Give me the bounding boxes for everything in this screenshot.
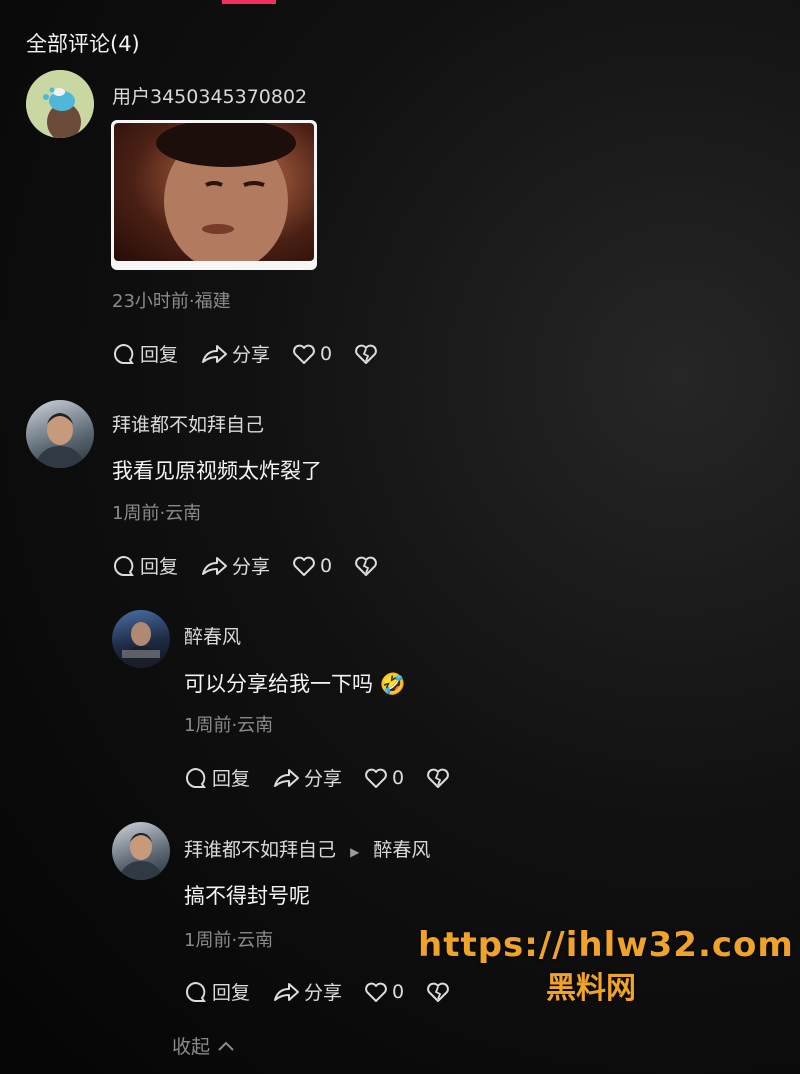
reply-label: 回复 xyxy=(212,768,251,790)
reply-label: 回复 xyxy=(212,982,251,1004)
comment-image[interactable] xyxy=(111,120,317,270)
comments-header: 全部评论(4) xyxy=(26,32,140,56)
heart-icon xyxy=(293,344,315,364)
avatar[interactable] xyxy=(26,400,94,468)
share-label: 分享 xyxy=(232,556,271,578)
heart-icon xyxy=(365,982,387,1002)
comment-bubble-icon xyxy=(186,981,206,1002)
reply-button[interactable]: 回复 xyxy=(112,552,178,579)
like-button[interactable]: 0 xyxy=(292,555,332,577)
comment-text: 可以分享给我一下吗 🤣 xyxy=(184,668,406,698)
reply-button[interactable]: 回复 xyxy=(184,764,250,791)
reply-button[interactable]: 回复 xyxy=(184,978,250,1005)
share-arrow-icon xyxy=(274,982,300,1001)
like-button[interactable]: 0 xyxy=(364,981,404,1003)
share-button[interactable]: 分享 xyxy=(200,340,270,367)
comment-bubble-icon xyxy=(114,555,134,576)
watermark: https://ihlw32.com 黑料网 xyxy=(418,925,794,1007)
comment-bubble-icon xyxy=(114,343,134,364)
comment-actions: 回复 分享 0 xyxy=(112,552,382,579)
share-button[interactable]: 分享 xyxy=(272,764,342,791)
like-button[interactable]: 0 xyxy=(292,343,332,365)
comment-actions: 回复 分享 0 xyxy=(112,340,382,367)
comment-text-body: 可以分享给我一下吗 xyxy=(184,672,373,696)
broken-heart-icon xyxy=(355,556,377,576)
dislike-button[interactable] xyxy=(354,343,382,365)
share-button[interactable]: 分享 xyxy=(200,552,270,579)
comment-actions: 回复 分享 0 xyxy=(184,978,454,1005)
reply-label: 回复 xyxy=(140,344,179,366)
comment-time-location: 1周前·云南 xyxy=(184,715,274,736)
reply-button[interactable]: 回复 xyxy=(112,340,178,367)
active-tab-indicator xyxy=(222,0,276,4)
share-button[interactable]: 分享 xyxy=(272,978,342,1005)
heart-icon xyxy=(293,556,315,576)
collapse-replies-button[interactable]: 收起 xyxy=(172,1032,236,1059)
avatar[interactable] xyxy=(26,70,94,138)
like-count: 0 xyxy=(392,766,405,789)
comment-author[interactable]: 醉春风 xyxy=(184,622,241,649)
chevron-up-icon xyxy=(216,1036,236,1058)
comment-time-location: 1周前·云南 xyxy=(112,503,202,524)
broken-heart-icon xyxy=(355,344,377,364)
like-count: 0 xyxy=(320,342,333,365)
share-label: 分享 xyxy=(304,768,343,790)
avatar[interactable] xyxy=(112,610,170,668)
like-button[interactable]: 0 xyxy=(364,767,404,789)
dislike-button[interactable] xyxy=(426,767,454,789)
comment-author[interactable]: 拜谁都不如拜自己 xyxy=(184,839,336,861)
reply-arrow-icon: ▶ xyxy=(350,845,360,859)
share-arrow-icon xyxy=(202,344,228,363)
like-count: 0 xyxy=(320,554,333,577)
dislike-button[interactable] xyxy=(354,555,382,577)
watermark-url: https://ihlw32.com xyxy=(418,925,794,965)
heart-icon xyxy=(365,768,387,788)
reply-target[interactable]: 醉春风 xyxy=(373,839,430,861)
collapse-label: 收起 xyxy=(172,1036,211,1058)
reply-label: 回复 xyxy=(140,556,179,578)
share-label: 分享 xyxy=(232,344,271,366)
laughing-emoji-icon: 🤣 xyxy=(379,672,406,696)
comment-author-line: 拜谁都不如拜自己 ▶ 醉春风 xyxy=(184,835,430,862)
comment-time-location: 23小时前·福建 xyxy=(112,291,231,312)
share-arrow-icon xyxy=(274,768,300,787)
watermark-site-name: 黑料网 xyxy=(546,971,636,1006)
comment-text: 我看见原视频太炸裂了 xyxy=(112,459,322,483)
comment-actions: 回复 分享 0 xyxy=(184,764,454,791)
comment-bubble-icon xyxy=(186,767,206,788)
broken-heart-icon xyxy=(427,768,449,788)
avatar[interactable] xyxy=(112,822,170,880)
share-label: 分享 xyxy=(304,982,343,1004)
comment-author[interactable]: 用户3450345370802 xyxy=(112,82,307,109)
like-count: 0 xyxy=(392,980,405,1003)
comment-author[interactable]: 拜谁都不如拜自己 xyxy=(112,410,264,437)
comment-text: 搞不得封号呢 xyxy=(184,884,310,908)
comment-time-location: 1周前·云南 xyxy=(184,930,274,951)
share-arrow-icon xyxy=(202,556,228,575)
